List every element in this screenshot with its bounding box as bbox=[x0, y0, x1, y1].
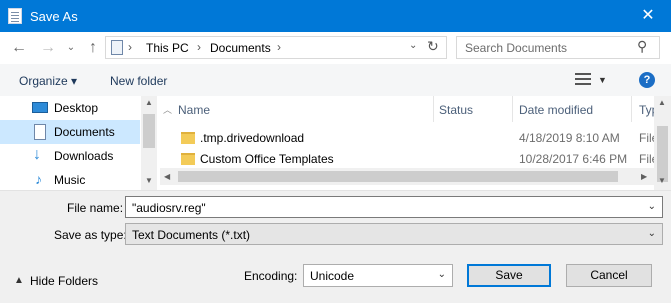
search-icon[interactable]: ⚲ bbox=[637, 38, 647, 55]
recent-locations-button[interactable]: ⌄ bbox=[60, 37, 82, 59]
window-title: Save As bbox=[30, 9, 78, 24]
nav-item-label: Desktop bbox=[54, 101, 99, 115]
save-button[interactable]: Save bbox=[467, 264, 551, 287]
refresh-icon[interactable]: ↻ bbox=[427, 38, 439, 55]
encoding-value: Unicode bbox=[310, 269, 355, 283]
file-name: .tmp.drivedownload bbox=[200, 131, 305, 145]
file-list-horizontal-scrollbar[interactable]: ◀ ▶ bbox=[160, 168, 654, 185]
title-bar: Save As ✕ bbox=[0, 0, 671, 32]
column-divider[interactable] bbox=[433, 96, 434, 122]
music-icon: ♪ bbox=[35, 171, 42, 187]
nav-item-music[interactable]: ♪ Music bbox=[0, 168, 140, 190]
scrollbar-thumb[interactable] bbox=[178, 171, 618, 182]
column-header-status[interactable]: Status bbox=[439, 103, 473, 117]
command-bar bbox=[0, 64, 671, 96]
hide-folders-button[interactable]: Hide Folders bbox=[30, 274, 98, 288]
search-input[interactable]: Search Documents ⚲ bbox=[456, 36, 660, 59]
folder-icon bbox=[181, 132, 195, 144]
file-name-value: "audiosrv.reg" bbox=[132, 201, 206, 215]
view-options-icon[interactable] bbox=[575, 73, 591, 86]
chevron-down-icon[interactable]: ⌄ bbox=[648, 228, 656, 239]
documents-icon bbox=[34, 124, 46, 140]
chevron-down-icon[interactable]: ⌄ bbox=[438, 269, 446, 280]
hide-folders-chevron-icon[interactable]: ▲ bbox=[14, 275, 24, 286]
nav-item-downloads[interactable]: ↓ Downloads bbox=[0, 144, 140, 168]
breadcrumb-separator: › bbox=[197, 40, 201, 54]
notepad-icon bbox=[8, 8, 22, 24]
chevron-down-icon[interactable]: ⌄ bbox=[648, 201, 656, 212]
encoding-label: Encoding: bbox=[244, 269, 298, 283]
file-name-input[interactable]: "audiosrv.reg" ⌄ bbox=[125, 196, 663, 218]
breadcrumb-documents[interactable]: Documents bbox=[210, 41, 271, 55]
address-bar[interactable]: › This PC › Documents › ⌄ ↻ bbox=[105, 36, 447, 59]
encoding-select[interactable]: Unicode ⌄ bbox=[303, 264, 453, 287]
new-folder-button[interactable]: New folder bbox=[110, 74, 167, 88]
save-as-type-label: Save as type: bbox=[54, 228, 127, 242]
cancel-button[interactable]: Cancel bbox=[566, 264, 652, 287]
file-date: 10/28/2017 6:46 PM bbox=[519, 152, 628, 166]
close-button[interactable]: ✕ bbox=[625, 0, 671, 32]
back-button[interactable]: ← bbox=[8, 37, 30, 59]
file-name: Custom Office Templates bbox=[200, 152, 334, 166]
nav-item-label: Music bbox=[54, 173, 86, 187]
breadcrumb-this-pc[interactable]: This PC bbox=[146, 41, 189, 55]
forward-button[interactable]: → bbox=[37, 37, 59, 59]
scroll-up-icon[interactable]: ▲ bbox=[658, 98, 666, 107]
nav-item-label: Downloads bbox=[54, 149, 114, 163]
breadcrumb-separator: › bbox=[128, 40, 132, 54]
organize-button[interactable]: Organize ▾ bbox=[19, 74, 77, 88]
scrollbar-thumb[interactable] bbox=[657, 126, 668, 182]
column-divider[interactable] bbox=[512, 96, 513, 122]
scroll-right-icon[interactable]: ▶ bbox=[641, 172, 647, 181]
nav-item-desktop[interactable]: Desktop bbox=[0, 96, 140, 120]
nav-item-documents[interactable]: Documents bbox=[0, 120, 140, 144]
file-name-label: File name: bbox=[67, 201, 124, 215]
navigation-pane: Desktop Documents ↓ Downloads ♪ Music bbox=[0, 96, 157, 190]
file-date: 4/18/2019 8:10 AM bbox=[519, 131, 620, 145]
view-dropdown-icon[interactable]: ▼ bbox=[598, 75, 607, 85]
scroll-down-icon[interactable]: ▼ bbox=[145, 176, 153, 185]
column-header-name[interactable]: Name bbox=[178, 103, 210, 117]
scroll-up-icon[interactable]: ▲ bbox=[145, 98, 153, 107]
file-row[interactable]: Custom Office Templates 10/28/2017 6:46 … bbox=[163, 148, 658, 170]
desktop-icon bbox=[32, 102, 48, 113]
scrollbar-thumb[interactable] bbox=[143, 114, 155, 148]
nav-item-label: Documents bbox=[54, 125, 115, 139]
column-divider[interactable] bbox=[631, 96, 632, 122]
save-as-type-select[interactable]: Text Documents (*.txt) ⌄ bbox=[125, 223, 663, 245]
sort-indicator-icon: ︿ bbox=[163, 105, 173, 115]
save-as-type-value: Text Documents (*.txt) bbox=[132, 228, 251, 242]
downloads-icon: ↓ bbox=[33, 146, 41, 163]
search-placeholder: Search Documents bbox=[465, 41, 568, 55]
column-header-date-modified[interactable]: Date modified bbox=[519, 103, 593, 117]
scroll-down-icon[interactable]: ▼ bbox=[658, 176, 666, 185]
help-button[interactable]: ? bbox=[639, 72, 655, 88]
file-list-vertical-scrollbar[interactable]: ▲ ▼ bbox=[654, 96, 671, 190]
up-button[interactable]: ↑ bbox=[82, 37, 104, 59]
address-dropdown-icon[interactable]: ⌄ bbox=[409, 40, 417, 51]
folder-icon bbox=[181, 153, 195, 165]
file-row[interactable]: .tmp.drivedownload 4/18/2019 8:10 AM Fil… bbox=[163, 127, 658, 149]
this-pc-icon bbox=[111, 40, 123, 55]
breadcrumb-separator: › bbox=[277, 40, 281, 54]
scroll-left-icon[interactable]: ◀ bbox=[164, 172, 170, 181]
nav-pane-scrollbar[interactable]: ▲ ▼ bbox=[141, 96, 157, 190]
